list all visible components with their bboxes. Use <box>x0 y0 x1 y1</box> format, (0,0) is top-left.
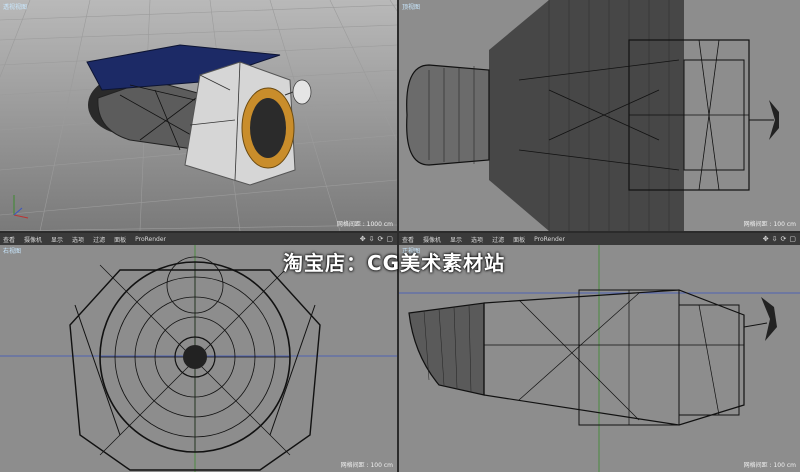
grid-spacing-front: 网格间距 : 100 cm <box>743 462 796 469</box>
perspective-scene <box>0 0 397 231</box>
move-view-icon[interactable]: ✥ <box>763 235 769 243</box>
watermark-text: 淘宝店：CG美术素材站 <box>283 251 506 275</box>
right-scene <box>0 245 397 472</box>
menu-view[interactable]: 查看 <box>402 235 414 244</box>
menu-filter[interactable]: 过滤 <box>93 235 105 244</box>
viewport-label-perspective: 透视视图 <box>3 4 28 11</box>
rotate-view-icon[interactable]: ⟳ <box>781 235 787 243</box>
grid-spacing-right: 网格间距 : 100 cm <box>340 462 393 469</box>
zoom-view-icon[interactable]: ⇩ <box>369 235 375 243</box>
menu-view[interactable]: 查看 <box>3 235 15 244</box>
viewport-menubar-right: 查看 摄像机 显示 选项 过滤 面板 ProRender ✥ ⇩ ⟳ ▢ <box>0 233 397 245</box>
menu-prorender[interactable]: ProRender <box>534 236 565 243</box>
menu-display[interactable]: 显示 <box>51 235 63 244</box>
front-scene <box>399 245 800 472</box>
menu-options[interactable]: 选项 <box>471 235 483 244</box>
move-view-icon[interactable]: ✥ <box>360 235 366 243</box>
perspective-viewport[interactable]: 透视视图 网格间距 : 1000 cm <box>0 0 397 231</box>
menu-filter[interactable]: 过滤 <box>492 235 504 244</box>
grid-spacing-perspective: 网格间距 : 1000 cm <box>336 221 393 228</box>
maximize-view-icon[interactable]: ▢ <box>789 235 796 243</box>
menu-panel[interactable]: 面板 <box>114 235 126 244</box>
menu-options[interactable]: 选项 <box>72 235 84 244</box>
rotate-view-icon[interactable]: ⟳ <box>378 235 384 243</box>
top-viewport[interactable]: 顶视图 网格间距 : 100 cm <box>399 0 800 231</box>
menu-prorender[interactable]: ProRender <box>135 236 166 243</box>
maximize-view-icon[interactable]: ▢ <box>386 235 393 243</box>
menu-panel[interactable]: 面板 <box>513 235 525 244</box>
menu-camera[interactable]: 摄像机 <box>423 235 441 244</box>
zoom-view-icon[interactable]: ⇩ <box>772 235 778 243</box>
grid-spacing-top: 网格间距 : 100 cm <box>743 221 796 228</box>
viewport-menubar-front: 查看 摄像机 显示 选项 过滤 面板 ProRender ✥ ⇩ ⟳ ▢ <box>399 233 800 245</box>
viewport-label-right: 右视图 <box>3 248 22 255</box>
top-scene <box>399 0 800 231</box>
menu-camera[interactable]: 摄像机 <box>24 235 42 244</box>
viewport-label-top: 顶视图 <box>402 4 421 11</box>
menu-display[interactable]: 显示 <box>450 235 462 244</box>
